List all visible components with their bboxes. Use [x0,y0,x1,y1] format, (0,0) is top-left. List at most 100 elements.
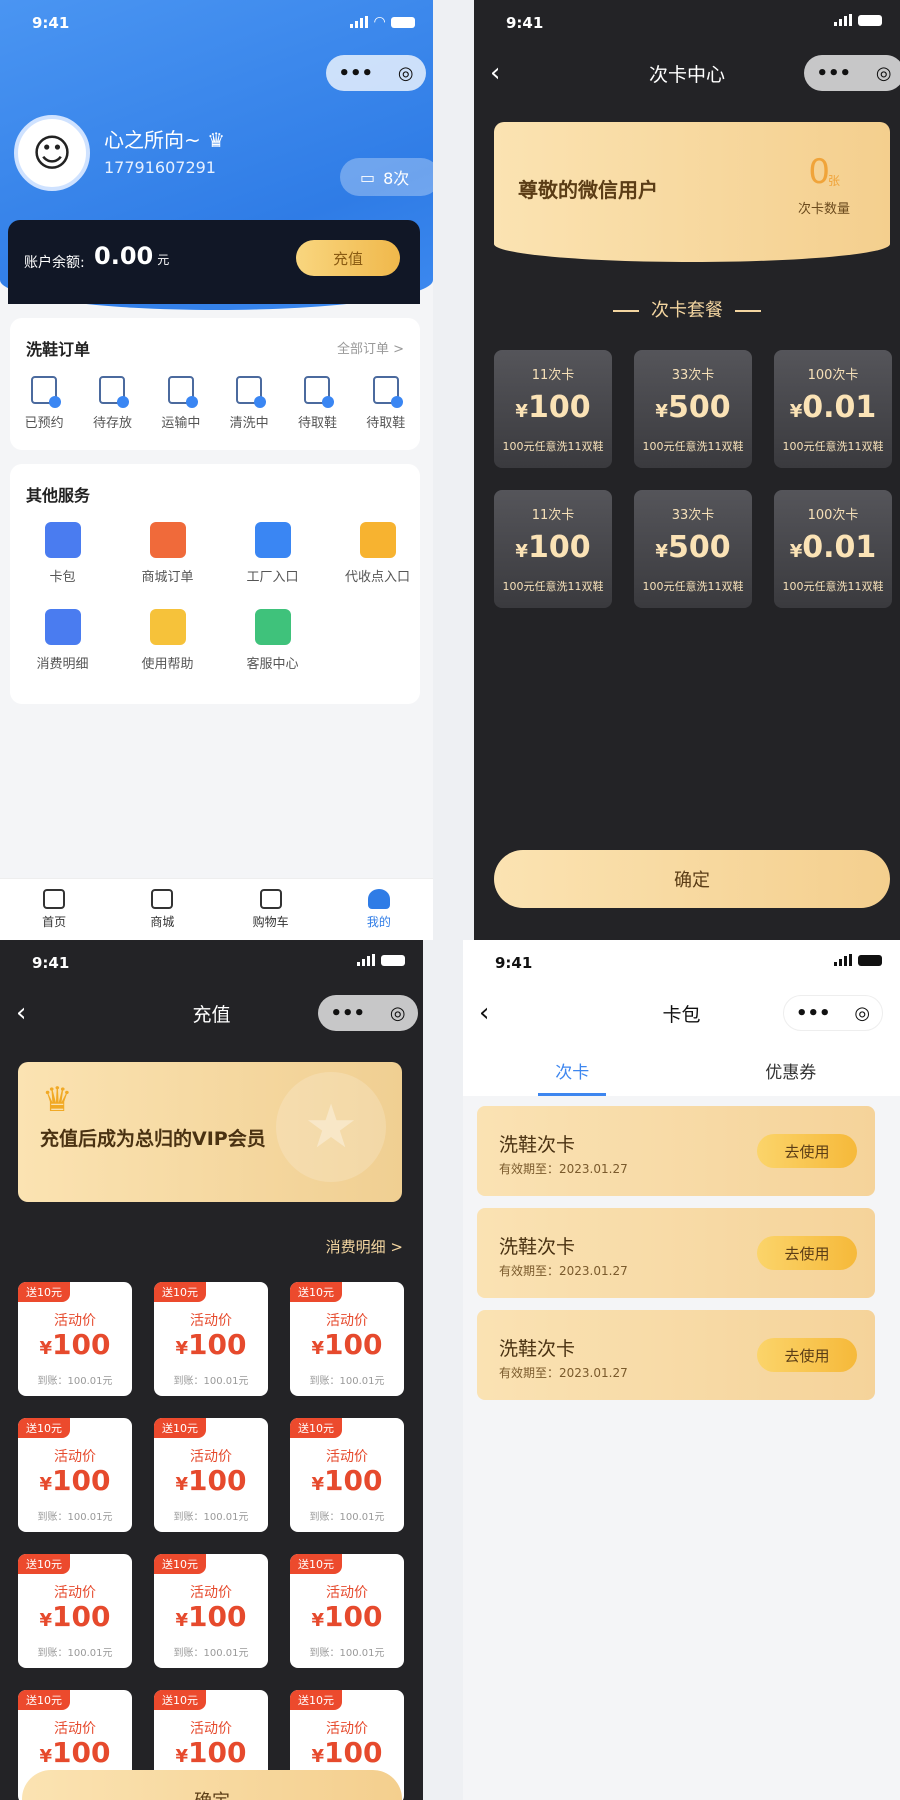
currency-symbol: ¥ [175,1338,189,1359]
recharge-price: ¥100 [154,1600,268,1633]
orders-title: 洗鞋订单 [26,340,91,359]
recharge-price: ¥100 [154,1736,268,1769]
service-item[interactable]: 使用帮助 [115,609,220,672]
tab-times-card[interactable]: 次卡 [463,1040,682,1096]
recharge-price-value: 100 [324,1464,383,1497]
package-price-value: 0.01 [802,530,877,565]
all-orders-link[interactable]: 全部订单 > [337,338,404,357]
bonus-tag: 送10元 [18,1282,70,1302]
package-price-value: 100 [527,530,591,565]
package-price: ¥500 [634,390,752,425]
recharge-option[interactable]: 送10元活动价¥100 到账：100.01元 [18,1554,132,1668]
activity-price-label: 活动价 [54,1721,96,1737]
service-item[interactable]: 卡包 [10,522,115,585]
currency-symbol: ¥ [39,1610,53,1631]
service-item[interactable]: 工厂入口 [220,522,325,585]
tab-label: 购物车 [252,915,289,929]
medal-icon: ★ [276,1072,386,1182]
service-item[interactable]: 消费明细 [10,609,115,672]
recharge-price-value: 100 [188,1600,247,1633]
package-card[interactable]: 33次卡 ¥500 100元任意洗11双鞋 [634,350,752,468]
mini-program-capsule[interactable]: ••• ◎ [326,55,426,91]
recharge-price-value: 100 [324,1328,383,1361]
recharge-price: ¥100 [154,1328,268,1361]
service-label: 代收点入口 [344,570,410,585]
close-icon[interactable]: ◎ [398,63,414,84]
mini-program-capsule[interactable]: ••• ◎ [783,995,883,1031]
service-label: 消费明细 [36,657,89,672]
order-status-item[interactable]: 运输中 [161,376,200,431]
order-status-label: 待存放 [92,416,132,431]
status-bar: 9:41 [463,940,900,984]
order-status-icon [236,376,267,408]
card-count-chip[interactable]: ▭ 8次 [340,158,433,196]
tab-icon [259,889,282,909]
more-icon[interactable]: ••• [816,63,851,84]
recharge-option[interactable]: 送10元活动价¥100 到账：100.01元 [18,1282,132,1396]
package-card[interactable]: 33次卡 ¥500 100元任意洗11双鞋 [634,490,752,608]
balance-value: 0.00 元 [94,242,170,270]
bonus-tag: 送10元 [290,1418,342,1438]
status-time: 9:41 [495,954,533,972]
service-label: 使用帮助 [141,657,194,672]
package-card[interactable]: 11次卡 ¥100 100元任意洗11双鞋 [494,350,612,468]
more-icon[interactable]: ••• [338,63,373,84]
recharge-option[interactable]: 送10元活动价¥100 到账：100.01元 [154,1418,268,1532]
use-button[interactable]: 去使用 [757,1236,857,1270]
avatar[interactable]: ☺ [14,115,90,191]
arrive-amount: 到账：100.01元 [37,1648,113,1659]
bonus-tag: 送10元 [154,1554,206,1574]
battery-icon [858,14,882,26]
more-icon[interactable]: ••• [330,1003,365,1024]
order-status-item[interactable]: 待存放 [93,376,132,431]
confirm-button[interactable]: 确定 [494,850,890,908]
tab-item[interactable]: 购物车 [217,879,325,940]
recharge-price-value: 100 [188,1328,247,1361]
recharge-option[interactable]: 送10元活动价¥100 到账：100.01元 [154,1554,268,1668]
currency-symbol: ¥ [39,1474,53,1495]
package-desc: 100元任意洗11双鞋 [782,440,884,453]
recharge-screen: 9:41 ‹ 充值 ••• ◎ ♛ 充值后成为总归的VIP会员 ★ 消费明细 > … [0,940,423,1800]
order-status-item[interactable]: 待取鞋 [298,376,337,431]
recharge-option[interactable]: 送10元活动价¥100 到账：100.01元 [290,1282,404,1396]
order-status-item[interactable]: 待取鞋 [366,376,405,431]
recharge-option[interactable]: 送10元活动价¥100 到账：100.01元 [154,1282,268,1396]
user-card: 尊敬的微信用户 0 张 次卡数量 [494,122,890,262]
signal-icon [834,14,852,26]
recharge-option[interactable]: 送10元活动价¥100 到账：100.01元 [18,1418,132,1532]
recharge-option[interactable]: 送10元活动价¥100 到账：100.01元 [290,1418,404,1532]
service-item[interactable]: 商城订单 [115,522,220,585]
service-icon [44,609,81,645]
tab-coupons[interactable]: 优惠券 [682,1040,900,1096]
service-item[interactable]: 客服中心 [220,609,325,672]
order-status-item[interactable]: 清洗中 [230,376,269,431]
close-icon[interactable]: ◎ [390,1003,406,1024]
package-card[interactable]: 100次卡 ¥0.01 100元任意洗11双鞋 [774,490,892,608]
mini-program-capsule[interactable]: ••• ◎ [804,55,900,91]
mini-program-capsule[interactable]: ••• ◎ [318,995,418,1031]
close-icon[interactable]: ◎ [854,1003,870,1024]
package-card[interactable]: 100次卡 ¥0.01 100元任意洗11双鞋 [774,350,892,468]
order-status-item[interactable]: 已预约 [25,376,64,431]
service-label: 卡包 [49,570,76,585]
service-item[interactable]: 代收点入口 [325,522,430,585]
use-button[interactable]: 去使用 [757,1134,857,1168]
recharge-option[interactable]: 送10元活动价¥100 到账：100.01元 [290,1554,404,1668]
currency-symbol: ¥ [789,401,803,422]
tab-item[interactable]: 商城 [108,879,216,940]
more-icon[interactable]: ••• [796,1003,831,1024]
order-status-label: 运输中 [161,416,201,431]
status-time: 9:41 [506,14,544,32]
tab-item[interactable]: 我的 [325,879,433,940]
order-status-icon [372,376,403,408]
recharge-button[interactable]: 充值 [296,240,400,276]
consumption-detail-link[interactable]: 消费明细 > [326,1236,403,1257]
activity-price-label: 活动价 [54,1449,96,1465]
close-icon[interactable]: ◎ [876,63,892,84]
use-button[interactable]: 去使用 [757,1338,857,1372]
package-card[interactable]: 11次卡 ¥100 100元任意洗11双鞋 [494,490,612,608]
user-phone: 17791607291 [104,158,216,177]
confirm-button[interactable]: 确定 [22,1770,402,1800]
arrive-amount: 到账：100.01元 [173,1376,249,1387]
tab-item[interactable]: 首页 [0,879,108,940]
